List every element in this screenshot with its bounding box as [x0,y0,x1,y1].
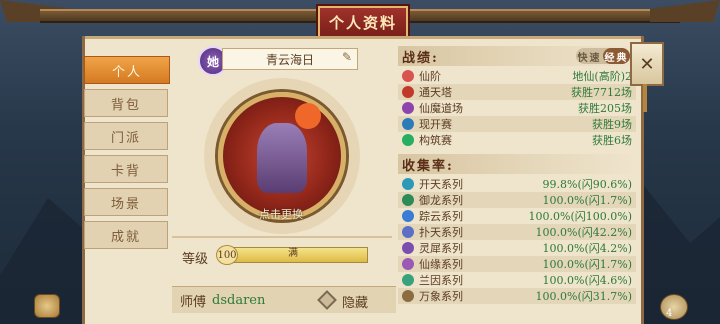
profile-left-area: 她 青云海日 ✎ 点击更换 等级 100 满 师傅 dsdaren 隐藏 [172,40,396,320]
close-icon[interactable]: ✕ [630,42,664,86]
tab-card-back[interactable]: 卡背 [84,155,168,183]
tab-sect[interactable]: 门派 [84,122,168,150]
series-lanyin-icon [402,274,414,286]
collection-row: 扑天系列 100.0%(闪42.2%) [398,224,636,240]
collection-row: 开天系列 99.8%(闪90.6%) [398,176,636,192]
cloud-divider [172,212,392,238]
player-name: 青云海日 [222,48,358,70]
series-kaitian-icon [402,178,414,190]
match-icon [402,118,414,130]
collection-label: 万象系列 [419,290,463,303]
record-row: 构筑赛 获胜6场 [398,132,636,148]
collection-row: 灵犀系列 100.0%(闪4.2%) [398,240,636,256]
series-putian-icon [402,226,414,238]
collection-value: 100.0%(闪1.7%) [542,258,632,271]
collection-label: 御龙系列 [419,194,463,207]
record-label: 通天塔 [419,86,452,99]
record-row: 现开赛 获胜9场 [398,116,636,132]
star-icon [402,70,414,82]
collection-value: 100.0%(闪42.2%) [535,226,632,239]
bag-icon[interactable] [660,294,688,320]
collection-label: 仙缘系列 [419,258,463,271]
collection-row: 御龙系列 100.0%(闪1.7%) [398,192,636,208]
collection-heading-text: 收集率: [402,158,454,174]
master-label: 师傅 [180,294,207,310]
level-label: 等级 [182,252,209,267]
roof-eave-right [650,0,720,22]
collection-value: 100.0%(闪31.7%) [535,290,632,303]
collection-value: 100.0%(闪100.0%) [528,210,632,223]
record-value: 获胜6场 [592,134,632,147]
series-yulong-icon [402,194,414,206]
bag-count: 4 [666,308,673,319]
edit-name-icon[interactable]: ✎ [342,50,358,64]
collection-row: 踪云系列 100.0%(闪100.0%) [398,208,636,224]
record-value: 获胜205场 [578,102,632,115]
collection-label: 开天系列 [419,178,463,191]
portrait-figure [257,123,307,193]
hide-label[interactable]: 隐藏 [342,292,368,311]
hide-checkbox-icon[interactable] [317,290,337,310]
lantern-tassel [643,84,647,112]
collection-label: 扑天系列 [419,226,463,239]
collection-value: 100.0%(闪4.2%) [542,242,632,255]
collection-label: 灵犀系列 [419,242,463,255]
tab-scene[interactable]: 场景 [84,188,168,216]
arena-icon [402,102,414,114]
chest-icon[interactable] [34,294,60,318]
build-icon [402,134,414,146]
collection-value: 100.0%(闪1.7%) [542,194,632,207]
collection-row: 仙缘系列 100.0%(闪1.7%) [398,256,636,272]
avatar-portrait[interactable] [218,92,346,220]
series-zongyun-icon [402,210,414,222]
record-row: 通天塔 获胜7712场 [398,84,636,100]
record-label: 构筑赛 [419,134,452,147]
tower-icon [402,86,414,98]
tab-personal[interactable]: 个人 [84,56,170,84]
record-label: 现开赛 [419,118,452,131]
collection-label: 兰因系列 [419,274,463,287]
record-row: 仙阶 地仙(高阶)2 [398,68,636,84]
tab-backpack[interactable]: 背包 [84,89,168,117]
record-heading-text: 战绩: [402,50,439,66]
master-name[interactable]: dsdaren [212,293,265,308]
series-wanxiang-icon [402,290,414,302]
record-value: 地仙(高阶)2 [572,70,632,83]
portrait-sun-deco [295,103,321,129]
record-label: 仙魔道场 [419,102,463,115]
record-heading: 战绩: 快速 经典 [398,46,636,66]
window-title: 个人资料 [318,6,408,38]
series-xianyuan-icon [402,258,414,270]
series-lingxi-icon [402,242,414,254]
collection-row: 万象系列 100.0%(闪31.7%) [398,288,636,304]
collection-row: 兰因系列 100.0%(闪4.6%) [398,272,636,288]
record-row: 仙魔道场 获胜205场 [398,100,636,116]
record-label: 仙阶 [419,70,441,83]
mode-classic[interactable]: 经典 [603,48,630,64]
collection-value: 100.0%(闪4.6%) [542,274,632,287]
collection-label: 踪云系列 [419,210,463,223]
collection-heading: 收集率: [398,154,636,174]
master-row: 师傅 dsdaren 隐藏 [172,286,396,313]
collection-value: 99.8%(闪90.6%) [542,178,632,191]
side-tabs: 个人 背包 门派 卡背 场景 成就 [84,56,170,254]
record-value: 获胜7712场 [571,86,632,99]
tab-achievement[interactable]: 成就 [84,221,168,249]
level-bar-text: 满 [288,248,298,259]
mode-toggle[interactable]: 快速 经典 [576,48,630,64]
record-value: 获胜9场 [592,118,632,131]
mode-quick[interactable]: 快速 [576,48,603,64]
stats-area: 战绩: 快速 经典 仙阶 地仙(高阶)2 通天塔 获胜7712场 仙魔道场 获胜205场现… [398,42,636,318]
